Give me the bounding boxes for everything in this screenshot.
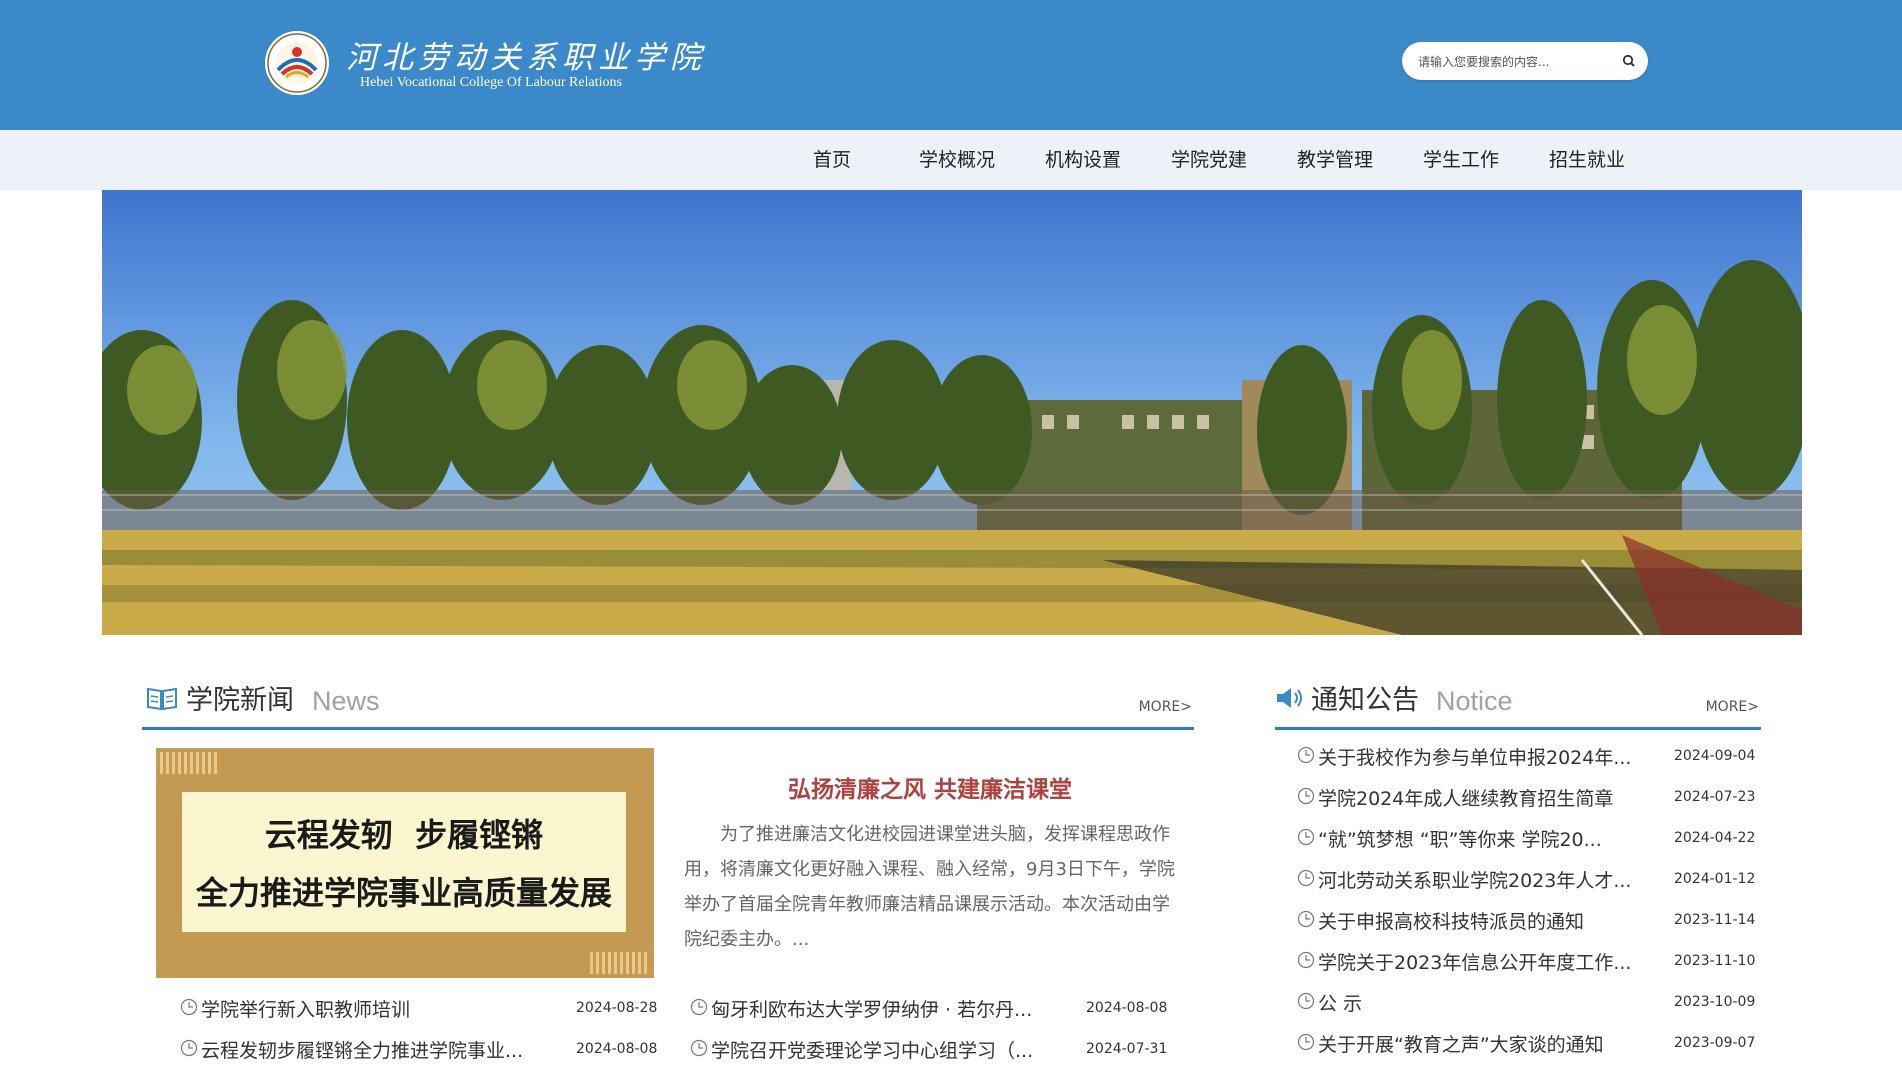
news-title-en: News: [312, 686, 380, 716]
site-header: 河北劳动关系职业学院 Hebei Vocational College Of L…: [0, 0, 1902, 130]
clock-icon: [690, 998, 708, 1016]
nav-home[interactable]: 首页: [813, 130, 851, 190]
news-item-date: 2024-08-08: [576, 1041, 658, 1057]
clock-icon: [1297, 828, 1315, 846]
news-book-icon: [146, 685, 178, 715]
speaker-icon: [1275, 685, 1305, 715]
notice-list-item[interactable]: 关于申报高校科技特派员的通知 2023-11-14: [1297, 899, 1757, 939]
nav-teaching[interactable]: 教学管理: [1297, 130, 1373, 190]
feature-card: 云程发轫 步履铿锵 全力推进学院事业高质量发展: [182, 792, 626, 932]
notice-item-date: 2024-04-22: [1674, 830, 1756, 846]
notice-list-item[interactable]: 关于我校作为参与单位申报2024年... 2024-09-04: [1297, 735, 1757, 775]
main-nav: 首页 学校概况 机构设置 学院党建 教学管理 学生工作 招生就业: [0, 130, 1902, 190]
notice-item-title[interactable]: 关于我校作为参与单位申报2024年...: [1318, 743, 1668, 770]
clock-icon: [180, 998, 198, 1016]
feature-deco-bottomright: [590, 952, 650, 974]
notice-item-title[interactable]: 河北劳动关系职业学院2023年人才...: [1318, 866, 1668, 893]
search-icon[interactable]: [1620, 52, 1638, 70]
search-box: [1402, 42, 1648, 80]
notice-list-item[interactable]: 学院关于2023年信息公开年度工作... 2023-11-10: [1297, 940, 1757, 980]
notice-item-title[interactable]: 学院关于2023年信息公开年度工作...: [1318, 948, 1668, 975]
clock-icon: [1297, 787, 1315, 805]
news-list-item[interactable]: 云程发轫步履铿锵全力推进学院事业... 2024-08-08: [180, 1028, 658, 1068]
news-section-header: 学院新闻 News MORE>: [142, 677, 1194, 730]
clock-icon: [1297, 1033, 1315, 1051]
clock-icon: [1297, 746, 1315, 764]
news-item-title[interactable]: 学院召开党委理论学习中心组学习（...: [711, 1036, 1071, 1063]
notice-item-title[interactable]: 公 示: [1318, 989, 1668, 1016]
campus-banner-image[interactable]: [102, 190, 1802, 635]
news-item-title[interactable]: 学院举行新入职教师培训: [201, 995, 546, 1022]
notice-item-date: 2024-01-12: [1674, 871, 1756, 887]
notice-list-item[interactable]: “就”筑梦想 “职”等你来 学院20... 2024-04-22: [1297, 817, 1757, 857]
news-item-title[interactable]: 云程发轫步履铿锵全力推进学院事业...: [201, 1036, 561, 1063]
notice-more-link[interactable]: MORE>: [1706, 699, 1759, 715]
notice-section-header: 通知公告 Notice MORE>: [1275, 677, 1761, 730]
feature-image-line1: 云程发轫 步履铿锵: [264, 816, 544, 854]
notice-list-item[interactable]: 学院2024年成人继续教育招生简章 2024-07-23: [1297, 776, 1757, 816]
notice-item-title[interactable]: “就”筑梦想 “职”等你来 学院20...: [1318, 825, 1670, 852]
news-more-link[interactable]: MORE>: [1139, 699, 1192, 715]
nav-organization[interactable]: 机构设置: [1045, 130, 1121, 190]
notice-item-date: 2024-07-23: [1674, 789, 1756, 805]
news-item-date: 2024-07-31: [1086, 1041, 1168, 1057]
college-name-cn[interactable]: 河北劳动关系职业学院: [346, 32, 706, 77]
notice-item-date: 2023-10-09: [1674, 994, 1756, 1010]
clock-icon: [180, 1039, 198, 1057]
news-list-item[interactable]: 学院召开党委理论学习中心组学习（... 2024-07-31: [690, 1028, 1170, 1068]
notice-item-title[interactable]: 学院2024年成人继续教育招生简章: [1318, 784, 1668, 811]
news-item-date: 2024-08-08: [1086, 1000, 1168, 1016]
notice-list-item[interactable]: 关于开展“教育之声”大家谈的通知 2023-09-07: [1297, 1022, 1757, 1062]
nav-admissions[interactable]: 招生就业: [1549, 130, 1625, 190]
search-input[interactable]: [1416, 51, 1610, 73]
clock-icon: [1297, 951, 1315, 969]
news-item-title[interactable]: 匈牙利欧布达大学罗伊纳伊 · 若尔丹...: [711, 995, 1071, 1022]
college-emblem-icon[interactable]: [264, 30, 330, 96]
news-list-item[interactable]: 匈牙利欧布达大学罗伊纳伊 · 若尔丹... 2024-08-08: [690, 987, 1170, 1027]
college-name-en[interactable]: Hebei Vocational College Of Labour Relat…: [360, 75, 622, 91]
notice-item-title[interactable]: 关于开展“教育之声”大家谈的通知: [1318, 1030, 1668, 1057]
notice-item-date: 2024-09-04: [1674, 748, 1756, 764]
news-feature-summary[interactable]: 为了推进廉洁文化进校园进课堂进头脑，发挥课程思政作用，将清廉文化更好融入课程、融…: [684, 817, 1184, 957]
news-list-item[interactable]: 学院举行新入职教师培训 2024-08-28: [180, 987, 658, 1027]
notice-title-en: Notice: [1436, 686, 1513, 716]
nav-school-overview[interactable]: 学校概况: [919, 130, 995, 190]
news-item-date: 2024-08-28: [576, 1000, 658, 1016]
notice-item-date: 2023-11-14: [1674, 912, 1756, 928]
clock-icon: [690, 1039, 708, 1057]
clock-icon: [1297, 992, 1315, 1010]
clock-icon: [1297, 869, 1315, 887]
notice-list-item[interactable]: 公 示 2023-10-09: [1297, 981, 1757, 1021]
nav-student-affairs[interactable]: 学生工作: [1423, 130, 1499, 190]
notice-item-title[interactable]: 关于申报高校科技特派员的通知: [1318, 907, 1668, 934]
notice-item-date: 2023-11-10: [1674, 953, 1756, 969]
feature-image-line2: 全力推进学院事业高质量发展: [195, 874, 612, 912]
notice-title: 通知公告: [1311, 685, 1419, 716]
news-feature-image[interactable]: 云程发轫 步履铿锵 全力推进学院事业高质量发展: [156, 748, 654, 978]
nav-party-building[interactable]: 学院党建: [1171, 130, 1247, 190]
notice-item-date: 2023-09-07: [1674, 1035, 1756, 1051]
notice-list-item[interactable]: 河北劳动关系职业学院2023年人才... 2024-01-12: [1297, 858, 1757, 898]
feature-deco-topleft: [160, 752, 220, 774]
clock-icon: [1297, 910, 1315, 928]
news-title: 学院新闻: [186, 685, 294, 716]
news-feature-title[interactable]: 弘扬清廉之风 共建廉洁课堂: [680, 770, 1180, 804]
